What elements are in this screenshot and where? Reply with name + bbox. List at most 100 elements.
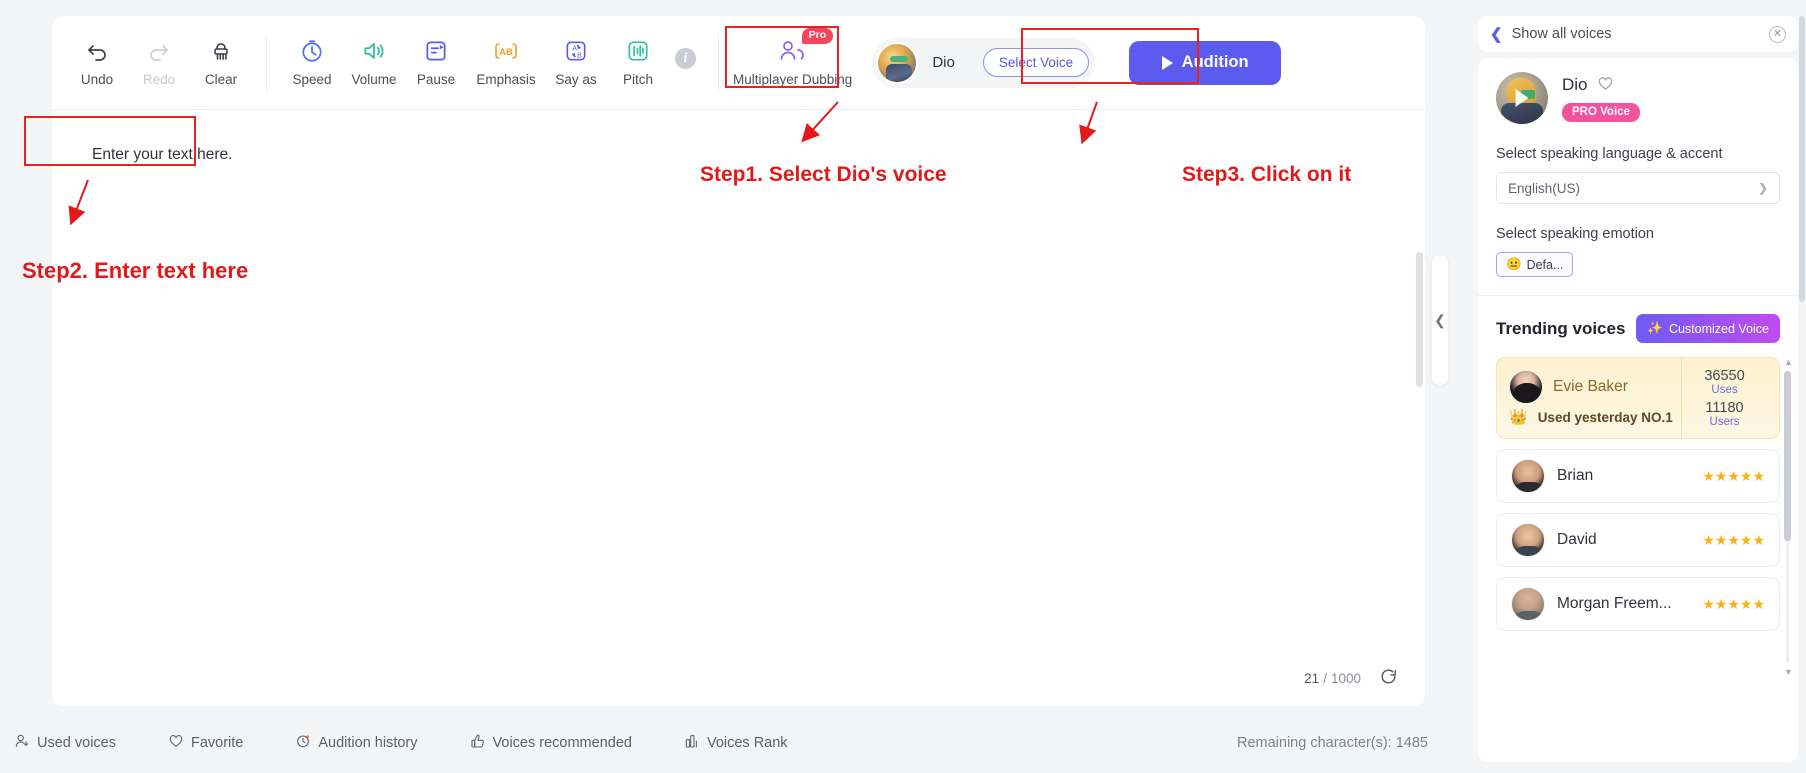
voice-card-morgan-freeman[interactable]: Morgan Freem... ★★★★★: [1496, 577, 1780, 631]
language-label: Select speaking language & accent: [1496, 146, 1723, 162]
crown-icon: 👑: [1509, 409, 1528, 426]
annotation-step2-label: Step2. Enter text here: [22, 258, 249, 283]
statusbar-voices-recommended[interactable]: Voices recommended: [470, 733, 632, 753]
undo-button[interactable]: Undo: [66, 37, 128, 89]
chevron-down-icon: ❯: [1757, 181, 1768, 195]
volume-button[interactable]: Volume: [343, 37, 405, 89]
editor-toolbar: Undo Redo Clear Speed Volume Pause AB Em…: [52, 16, 1425, 110]
svg-text:AB: AB: [499, 47, 513, 58]
statusbar-audition-history[interactable]: Audition history: [295, 733, 418, 753]
volume-label: Volume: [351, 71, 397, 87]
page-scrollbar[interactable]: [1799, 16, 1805, 756]
undo-icon: [85, 37, 109, 65]
annotation-step3-label: Step3. Click on it: [1182, 163, 1352, 186]
statusbar-favorite-label: Favorite: [190, 735, 244, 751]
show-all-voices-label: Show all voices: [1511, 26, 1612, 42]
audition-button[interactable]: Audition: [1129, 40, 1282, 85]
statusbar-voices-recommended-label: Voices recommended: [492, 735, 632, 751]
featured-uses-count: 36550: [1704, 368, 1745, 384]
select-voice-button[interactable]: Select Voice: [982, 48, 1090, 77]
trending-voice-list: Evie Baker 👑 Used yesterday NO.1 36550 U…: [1496, 357, 1793, 677]
heart-icon[interactable]: [1597, 75, 1614, 96]
character-counter: 21 / 1000: [1304, 671, 1361, 686]
say-as-button[interactable]: A B Say as: [545, 37, 607, 89]
editor-scrollbar[interactable]: [1416, 252, 1423, 387]
statusbar-voices-rank[interactable]: Voices Rank: [684, 733, 788, 753]
multiplayer-dubbing-button[interactable]: Pro Multiplayer Dubbing: [733, 27, 853, 89]
voice-name: David: [1557, 531, 1597, 548]
featured-left: Evie Baker 👑 Used yesterday NO.1: [1509, 358, 1681, 438]
scrollbar-thumb[interactable]: [1784, 371, 1791, 541]
featured-stats: 36550 Uses 11180 Users: [1681, 358, 1767, 438]
selected-voice-name: Dio: [932, 54, 955, 71]
trending-voices-title: Trending voices: [1496, 318, 1626, 338]
sidebar-voice-header: Dio PRO Voice: [1496, 72, 1780, 124]
audition-label: Audition: [1181, 53, 1249, 71]
pro-voice-badge: PRO Voice: [1562, 102, 1640, 122]
thumbs-up-icon: [470, 733, 486, 753]
rating-stars: ★★★★★: [1702, 531, 1765, 548]
pause-icon: [423, 37, 449, 65]
speed-button[interactable]: Speed: [281, 37, 343, 89]
statusbar-links: Used voices Favorite Audition history Vo…: [14, 733, 840, 753]
statusbar-favorite[interactable]: Favorite: [168, 733, 243, 753]
info-icon[interactable]: i: [675, 48, 696, 69]
text-editor[interactable]: Enter your text here. 21 / 1000: [52, 110, 1425, 706]
customized-voice-button[interactable]: ✨ Customized Voice: [1636, 314, 1780, 343]
avatar: [1511, 459, 1545, 493]
voice-card-brian[interactable]: Brian ★★★★★: [1496, 449, 1780, 503]
sidebar-divider: [1478, 295, 1798, 296]
language-select[interactable]: English(US) ❯: [1496, 172, 1780, 204]
play-icon: [1515, 89, 1529, 107]
voice-list-scrollbar[interactable]: ▲ ▼: [1784, 357, 1793, 677]
sidebar-voice-name: Dio: [1562, 75, 1588, 94]
sidebar-body: Dio PRO Voice Select speaking language &…: [1478, 58, 1798, 762]
svg-text:A: A: [572, 45, 577, 52]
featured-voice-name: Evie Baker: [1553, 378, 1628, 395]
close-icon[interactable]: ✕: [1769, 25, 1786, 43]
show-all-voices-button[interactable]: ❮ Show all voices: [1490, 26, 1612, 42]
avatar: [1509, 370, 1543, 404]
sidebar-voice-meta: Dio PRO Voice: [1562, 75, 1640, 122]
redo-label: Redo: [142, 71, 176, 87]
pitch-label: Pitch: [622, 71, 653, 87]
pause-button[interactable]: Pause: [405, 37, 467, 89]
say-as-label: Say as: [555, 71, 597, 87]
multiplayer-dubbing-label: Multiplayer Dubbing: [733, 71, 853, 87]
refresh-icon[interactable]: [1379, 667, 1398, 691]
redo-icon: [147, 37, 171, 65]
used-voices-icon: [14, 733, 30, 753]
bar-chart-icon: [684, 733, 700, 753]
page-scrollbar-thumb[interactable]: [1799, 16, 1805, 302]
emotion-label: Select speaking emotion: [1496, 226, 1654, 242]
pitch-button[interactable]: Pitch: [607, 37, 669, 89]
scroll-up-arrow-icon[interactable]: ▲: [1784, 357, 1793, 367]
featured-uses-label: Uses: [1711, 384, 1738, 396]
featured-subtitle: Used yesterday NO.1: [1537, 409, 1673, 425]
collapse-sidebar-button[interactable]: ❮: [1432, 255, 1448, 385]
redo-button[interactable]: Redo: [128, 37, 190, 89]
clear-button[interactable]: Clear: [190, 37, 252, 89]
statusbar-audition-history-label: Audition history: [318, 735, 418, 751]
speed-label: Speed: [292, 71, 332, 87]
rating-stars: ★★★★★: [1702, 467, 1765, 484]
statusbar-used-voices[interactable]: Used voices: [14, 733, 116, 753]
toolbar-divider-1: [266, 34, 267, 91]
play-icon: [1161, 55, 1173, 70]
say-as-icon: A B: [563, 37, 589, 65]
clear-icon: [209, 37, 233, 65]
trending-voices-header: Trending voices ✨ Customized Voice: [1496, 314, 1780, 343]
voice-card-featured[interactable]: Evie Baker 👑 Used yesterday NO.1 36550 U…: [1496, 357, 1780, 439]
emphasis-button[interactable]: AB Emphasis: [467, 37, 545, 89]
clear-label: Clear: [204, 71, 238, 87]
scroll-down-arrow-icon[interactable]: ▼: [1784, 667, 1793, 677]
voice-name: Morgan Freem...: [1557, 595, 1672, 612]
sidebar-voice-avatar[interactable]: [1496, 72, 1548, 124]
customized-voice-label: Customized Voice: [1668, 321, 1769, 336]
char-separator: /: [1323, 671, 1327, 686]
editor-placeholder: Enter your text here.: [92, 146, 233, 163]
selected-voice-pill[interactable]: Dio Select Voice: [872, 37, 1096, 88]
voice-card-david[interactable]: David ★★★★★: [1496, 513, 1780, 567]
emotion-chip-default[interactable]: 😐 Defa...: [1496, 252, 1574, 277]
chevron-left-icon: ❮: [1434, 311, 1446, 328]
